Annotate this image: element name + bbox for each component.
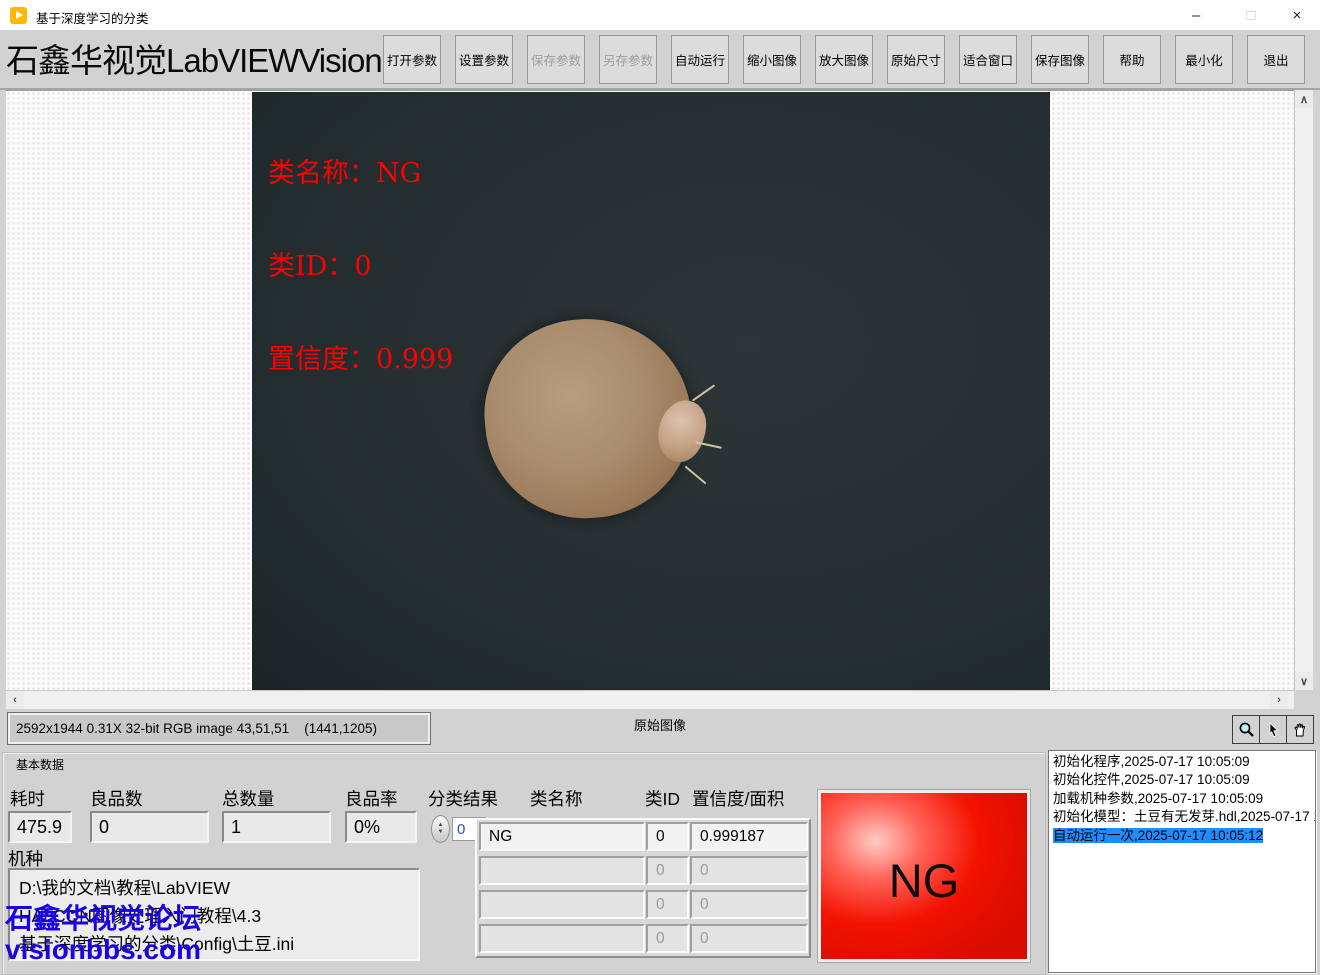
open-params-button[interactable]: 打开参数 xyxy=(383,35,441,84)
log-entry-text: 初始化模型：土豆有无发芽.hdl,2025-07-17 10:05:09 xyxy=(1053,809,1316,824)
log-entry-text: 初始化程序,2025-07-17 10:05:09 xyxy=(1053,754,1250,769)
potato-sprig xyxy=(685,466,707,485)
original-size-button[interactable]: 原始尺寸 xyxy=(887,35,945,84)
scroll-up-icon[interactable]: ∧ xyxy=(1295,90,1313,108)
zoom-in-image-button[interactable]: 放大图像 xyxy=(815,35,873,84)
classification-label: 分类结果 xyxy=(428,786,498,811)
magnifier-icon xyxy=(1238,721,1255,738)
table-row: NG 0 0.999187 xyxy=(479,822,809,851)
scroll-left-icon[interactable]: ‹ xyxy=(6,691,24,709)
elapsed-value: 475.9 xyxy=(8,811,72,843)
total-count-label: 总数量 xyxy=(222,786,275,811)
row-class-name xyxy=(479,856,645,885)
potato-sprig xyxy=(692,384,715,401)
overlay-class-name: 类名称：NG xyxy=(268,158,453,189)
row-class-id: 0 xyxy=(646,924,689,953)
row-class-id: 0 xyxy=(646,856,689,885)
result-index-spinner[interactable]: ▲ ▼ xyxy=(431,815,450,843)
scrollbar-corner xyxy=(1294,690,1312,708)
log-entry[interactable]: 加载机种参数,2025-07-17 10:05:09 xyxy=(1053,790,1315,808)
exit-button[interactable]: 退出 xyxy=(1247,35,1305,84)
table-row: 0 0 xyxy=(479,924,809,953)
overlay-class-id: 类ID：0 xyxy=(268,251,453,282)
result-indicator-text: NG xyxy=(889,853,960,908)
log-entry-text: 自动运行一次,2025-07-17 10:05:12 xyxy=(1053,828,1263,843)
labview-app-icon xyxy=(10,7,27,24)
elapsed-label: 耗时 xyxy=(10,786,45,811)
image-tool-palette xyxy=(1233,715,1314,744)
good-count-value: 0 xyxy=(90,811,209,843)
view-label: 原始图像 xyxy=(0,715,1320,734)
save-as-params-button: 另存参数 xyxy=(599,35,657,84)
yield-rate-value: 0% xyxy=(345,811,417,843)
save-params-button: 保存参数 xyxy=(527,35,585,84)
window-maximize-button: □ xyxy=(1228,0,1274,30)
log-entry[interactable]: 初始化模型：土豆有无发芽.hdl,2025-07-17 10:05:09 xyxy=(1053,808,1315,826)
cursor-icon xyxy=(1266,722,1281,738)
table-row: 0 0 xyxy=(479,856,809,885)
overlay-confidence: 置信度：0.999 xyxy=(268,344,453,375)
spin-up-icon[interactable]: ▲ xyxy=(438,822,444,829)
scroll-right-icon[interactable]: › xyxy=(1270,691,1288,709)
basic-data-label: 基本数据 xyxy=(12,756,68,773)
row-confidence: 0 xyxy=(690,924,808,953)
result-indicator: NG xyxy=(818,790,1030,962)
toolbar: 石鑫华视觉LabVIEWVision 打开参数 设置参数 保存参数 另存参数 自… xyxy=(0,30,1320,90)
scroll-down-icon[interactable]: ∨ xyxy=(1295,672,1313,690)
class-id-header: 类ID xyxy=(645,786,680,811)
log-entry[interactable]: 初始化程序,2025-07-17 10:05:09 xyxy=(1053,753,1315,771)
window-title: 基于深度学习的分类 xyxy=(36,8,149,27)
total-count-value: 1 xyxy=(222,811,331,843)
window-minimize-button[interactable]: – xyxy=(1173,0,1219,30)
row-confidence: 0.999187 xyxy=(690,822,808,851)
watermark-forum-text: 石鑫华视觉论坛 xyxy=(5,897,201,937)
save-image-button[interactable]: 保存图像 xyxy=(1031,35,1089,84)
row-class-name: NG xyxy=(479,822,645,851)
classification-table: NG 0 0.999187 0 0 0 0 0 0 xyxy=(475,818,811,958)
log-entry-text: 加载机种参数,2025-07-17 10:05:09 xyxy=(1053,791,1263,806)
camera-image[interactable]: 类名称：NG 类ID：0 置信度：0.999 xyxy=(252,92,1050,690)
horizontal-scrollbar[interactable]: ‹ › xyxy=(6,690,1294,709)
titlebar: 基于深度学习的分类 – □ × xyxy=(0,0,1320,30)
fit-window-button[interactable]: 适合窗口 xyxy=(959,35,1017,84)
watermark-url-text: visionbbs.com xyxy=(5,934,201,966)
row-class-id: 0 xyxy=(646,890,689,919)
log-listbox[interactable]: 初始化程序,2025-07-17 10:05:09 初始化控件,2025-07-… xyxy=(1048,750,1316,973)
log-entry[interactable]: 初始化控件,2025-07-17 10:05:09 xyxy=(1053,771,1315,789)
table-row: 0 0 xyxy=(479,890,809,919)
help-button[interactable]: 帮助 xyxy=(1103,35,1161,84)
zoom-tool-button[interactable] xyxy=(1232,715,1260,744)
row-confidence: 0 xyxy=(690,856,808,885)
zoom-out-image-button[interactable]: 缩小图像 xyxy=(743,35,801,84)
auto-run-button[interactable]: 自动运行 xyxy=(671,35,729,84)
class-name-header: 类名称 xyxy=(530,786,583,811)
log-entry-selected[interactable]: 自动运行一次,2025-07-17 10:05:12 xyxy=(1053,827,1315,845)
yield-rate-label: 良品率 xyxy=(345,786,398,811)
result-overlay: 类名称：NG 类ID：0 置信度：0.999 xyxy=(268,96,453,437)
cursor-tool-button[interactable] xyxy=(1259,715,1287,744)
minimize-app-button[interactable]: 最小化 xyxy=(1175,35,1233,84)
vertical-scrollbar[interactable]: ∧ ∨ xyxy=(1294,90,1313,690)
app-window: 基于深度学习的分类 – □ × 石鑫华视觉LabVIEWVision 打开参数 … xyxy=(0,0,1320,975)
pan-tool-button[interactable] xyxy=(1286,715,1314,744)
row-confidence: 0 xyxy=(690,890,808,919)
set-params-button[interactable]: 设置参数 xyxy=(455,35,513,84)
row-class-name xyxy=(479,890,645,919)
spin-down-icon[interactable]: ▼ xyxy=(438,829,444,836)
image-viewport[interactable]: 类名称：NG 类ID：0 置信度：0.999 xyxy=(6,90,1294,691)
hand-icon xyxy=(1292,722,1308,738)
row-class-id: 0 xyxy=(646,822,689,851)
confidence-header: 置信度/面积 xyxy=(692,786,784,811)
app-title: 石鑫华视觉LabVIEWVision xyxy=(6,34,382,82)
good-count-label: 良品数 xyxy=(90,786,143,811)
row-class-name xyxy=(479,924,645,953)
log-entry-text: 初始化控件,2025-07-17 10:05:09 xyxy=(1053,772,1250,787)
window-close-button[interactable]: × xyxy=(1274,0,1320,30)
